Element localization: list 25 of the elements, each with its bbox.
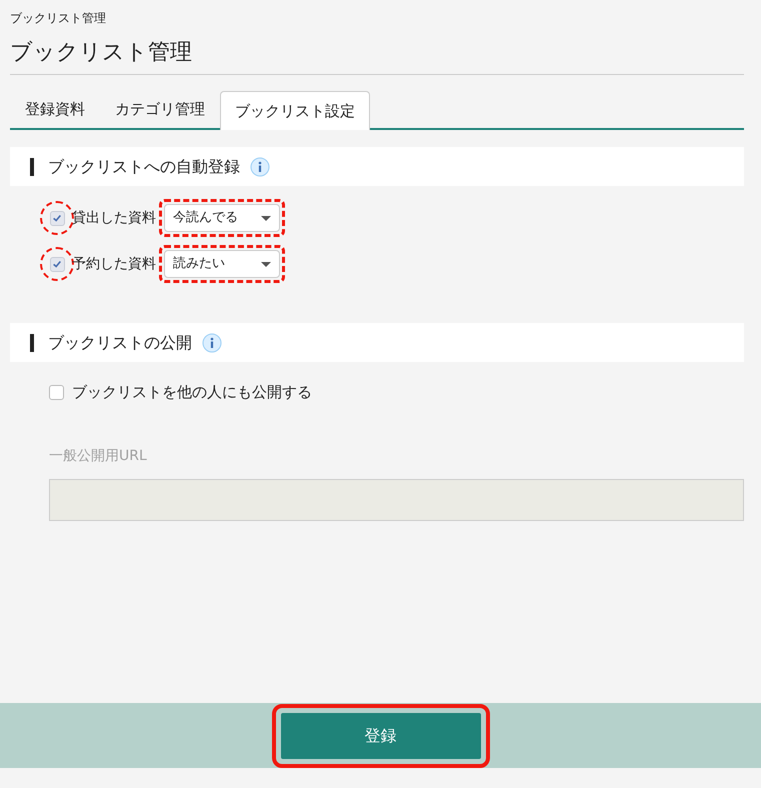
heading-bar (30, 334, 34, 352)
checkbox[interactable] (49, 384, 64, 400)
field-label: 一般公開用URL (49, 446, 148, 466)
section-title: ブックリストの公開 (48, 332, 192, 354)
breadcrumb[interactable]: ブックリスト管理 (10, 10, 751, 26)
info-icon[interactable] (250, 156, 270, 176)
checkbox[interactable] (50, 210, 64, 226)
page-title: ブックリスト管理 (10, 38, 744, 75)
dropdown[interactable]: 今読んでる (164, 204, 280, 232)
check-icon (52, 259, 62, 269)
checkbox-label[interactable]: ブックリストを他の人にも公開する (72, 381, 312, 404)
checkbox-label[interactable]: 予約した資料 (72, 254, 156, 274)
caret-icon (261, 262, 271, 266)
tab[interactable]: 登録資料 (10, 90, 100, 128)
dropdown[interactable]: 読みたい (164, 250, 280, 278)
submit-button[interactable]: 登録 (280, 712, 480, 758)
section-title: ブックリストへの自動登録 (48, 156, 240, 178)
checkbox-label[interactable]: 貸出した資料 (72, 208, 156, 228)
checkbox[interactable] (50, 256, 64, 272)
check-icon (52, 213, 62, 223)
tab[interactable]: ブックリスト設定 (220, 91, 370, 130)
heading-bar (30, 158, 34, 176)
info-icon[interactable] (202, 332, 222, 352)
caret-icon (261, 216, 271, 220)
tab[interactable]: カテゴリ管理 (100, 90, 220, 128)
